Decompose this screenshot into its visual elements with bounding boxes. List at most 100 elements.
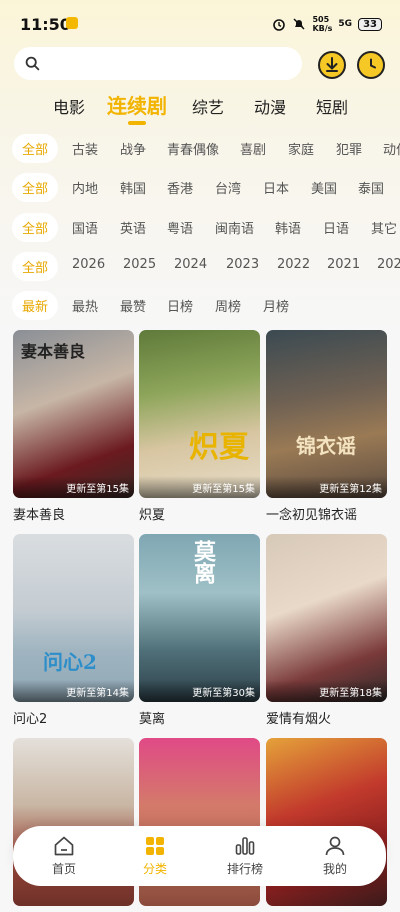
genre-chip[interactable]: 动作: [383, 139, 400, 158]
tab-tv-series[interactable]: 连续剧: [107, 90, 167, 119]
show-card[interactable]: 问心2 更新至第14集 问心2: [13, 534, 134, 727]
show-title: 炽夏: [139, 508, 166, 523]
show-poster[interactable]: 更新至第18集: [266, 534, 387, 702]
sort-chip[interactable]: 日榜: [167, 296, 193, 315]
tab-short-drama[interactable]: 短剧: [316, 94, 348, 118]
history-button[interactable]: [357, 51, 385, 79]
bottom-navigation: 首页 分类 排行榜 我的: [13, 826, 386, 886]
poster-title-art: 锦衣谣: [296, 434, 356, 458]
sort-filter-row: 最新 最热 最赞 日榜 周榜 月榜: [0, 289, 400, 321]
poster-title-art: 炽夏: [189, 430, 249, 465]
region-chip[interactable]: 内地: [72, 178, 98, 197]
main-category-tabs: 电影 连续剧 综艺 动漫 短剧: [0, 88, 400, 128]
show-title: 爱情有烟火: [266, 712, 332, 727]
year-chip[interactable]: 2021: [327, 257, 360, 272]
year-chip[interactable]: 2020: [377, 257, 400, 272]
episode-badge: 更新至第15集: [13, 476, 134, 498]
language-chip[interactable]: 其它: [371, 218, 397, 237]
download-icon: [326, 57, 338, 72]
show-card[interactable]: 炽夏 更新至第15集 炽夏: [139, 330, 260, 523]
region-chip[interactable]: 台湾: [215, 178, 241, 197]
show-card[interactable]: 妻本善良 更新至第15集 妻本善良: [13, 330, 134, 523]
mute-bell-icon: [293, 18, 305, 30]
language-chip[interactable]: 闽南语: [215, 218, 254, 237]
genre-chip[interactable]: 全部: [12, 134, 59, 163]
region-chip[interactable]: 日本: [263, 178, 289, 197]
sort-chip[interactable]: 最赞: [120, 296, 146, 315]
genre-chip[interactable]: 青春偶像: [167, 139, 219, 158]
genre-chip[interactable]: 古装: [72, 139, 98, 158]
region-chip[interactable]: 全部: [12, 173, 59, 202]
year-chip[interactable]: 2026: [72, 257, 105, 272]
sort-chip[interactable]: 周榜: [215, 296, 241, 315]
year-chip[interactable]: 2022: [277, 257, 310, 272]
status-bar: 11:50 505 KB/s 5G 33: [0, 0, 400, 46]
genre-filter-row: 全部 古装 战争 青春偶像 喜剧 家庭 犯罪 动作: [0, 132, 400, 164]
region-chip[interactable]: 美国: [311, 178, 337, 197]
show-poster[interactable]: 炽夏 更新至第15集: [139, 330, 260, 498]
nav-profile[interactable]: 我的: [305, 834, 365, 877]
nav-home[interactable]: 首页: [34, 834, 94, 877]
region-chip[interactable]: 韩国: [120, 178, 146, 197]
alarm-icon: [273, 19, 286, 31]
poster-title-art: 莫离: [190, 540, 216, 584]
region-chip[interactable]: 泰国: [358, 178, 384, 197]
category-grid-icon: [146, 837, 164, 855]
status-time: 11:50: [20, 15, 71, 34]
ranking-bars-icon: [235, 837, 255, 855]
show-title: 妻本善良: [13, 508, 66, 523]
home-icon: [54, 836, 74, 856]
show-poster[interactable]: 锦衣谣 更新至第12集: [266, 330, 387, 498]
network-speed: 505 KB/s: [312, 15, 333, 33]
language-chip[interactable]: 英语: [120, 218, 146, 237]
history-clock-icon: [370, 58, 376, 69]
profile-icon: [325, 836, 345, 856]
show-card[interactable]: 莫离 更新至第30集 莫离: [139, 534, 260, 727]
genre-chip[interactable]: 家庭: [288, 139, 314, 158]
sort-chip[interactable]: 月榜: [263, 296, 289, 315]
year-chip[interactable]: 2024: [174, 257, 207, 272]
language-filter-row: 全部 国语 英语 粤语 闽南语 韩语 日语 其它: [0, 211, 400, 243]
tab-movies[interactable]: 电影: [53, 94, 85, 118]
language-chip[interactable]: 韩语: [275, 218, 301, 237]
show-poster[interactable]: 莫离 更新至第30集: [139, 534, 260, 702]
show-title: 一念初见锦衣谣: [266, 508, 358, 523]
year-chip[interactable]: 全部: [12, 252, 59, 281]
show-title: 莫离: [139, 712, 166, 727]
show-card[interactable]: 更新至第18集 爱情有烟火: [266, 534, 387, 727]
download-button[interactable]: [318, 51, 346, 79]
nav-category[interactable]: 分类: [125, 834, 185, 877]
tab-variety[interactable]: 综艺: [192, 94, 224, 118]
region-chip[interactable]: 香港: [167, 178, 193, 197]
genre-chip[interactable]: 喜剧: [240, 139, 266, 158]
genre-chip[interactable]: 战争: [120, 139, 146, 158]
episode-badge: 更新至第14集: [13, 680, 134, 702]
app-notification-icon: [66, 17, 78, 29]
year-chip[interactable]: 2025: [123, 257, 156, 272]
show-card[interactable]: 锦衣谣 更新至第12集 一念初见锦衣谣: [266, 330, 387, 523]
search-input[interactable]: [48, 53, 292, 75]
episode-badge: 更新至第30集: [139, 680, 260, 702]
genre-chip[interactable]: 犯罪: [336, 139, 362, 158]
year-chip[interactable]: 2023: [226, 257, 259, 272]
show-poster[interactable]: 妻本善良 更新至第15集: [13, 330, 134, 498]
region-filter-row: 全部 内地 韩国 香港 台湾 日本 美国 泰国: [0, 171, 400, 203]
active-tab-indicator: [128, 121, 146, 125]
language-chip[interactable]: 日语: [323, 218, 349, 237]
episode-badge: 更新至第15集: [139, 476, 260, 498]
poster-title-art: 问心2: [43, 650, 97, 674]
tab-anime[interactable]: 动漫: [254, 94, 286, 118]
battery-indicator: 33: [358, 17, 382, 31]
nav-ranking[interactable]: 排行榜: [215, 834, 275, 877]
year-filter-row: 全部 2026 2025 2024 2023 2022 2021 2020: [0, 250, 400, 282]
language-chip[interactable]: 国语: [72, 218, 98, 237]
language-chip[interactable]: 全部: [12, 213, 59, 242]
sort-chip[interactable]: 最热: [72, 296, 98, 315]
sort-chip[interactable]: 最新: [12, 291, 59, 320]
search-bar[interactable]: [14, 47, 302, 80]
episode-badge: 更新至第12集: [266, 476, 387, 498]
show-title: 问心2: [13, 712, 48, 727]
poster-title-art: 妻本善良: [21, 342, 86, 361]
language-chip[interactable]: 粤语: [167, 218, 193, 237]
show-poster[interactable]: 问心2 更新至第14集: [13, 534, 134, 702]
